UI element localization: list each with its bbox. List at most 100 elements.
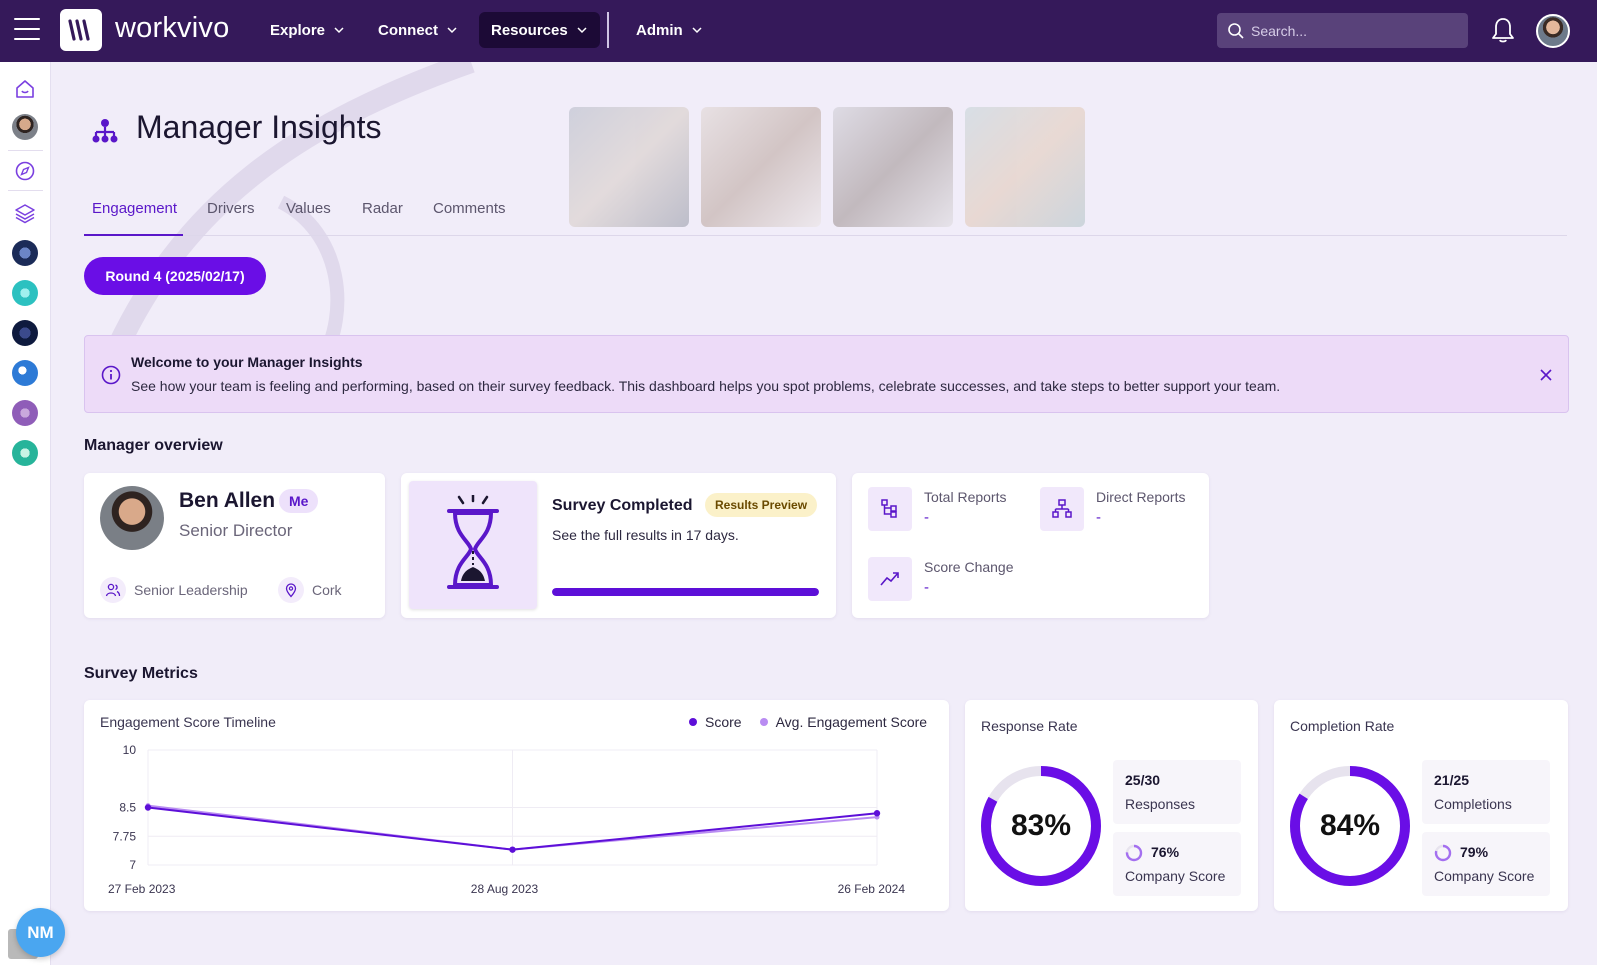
sidebar-explore-icon[interactable] — [12, 158, 38, 184]
company-score-box: 79% Company Score — [1422, 832, 1550, 896]
tab-values[interactable]: Values — [286, 200, 331, 217]
tab-drivers[interactable]: Drivers — [207, 200, 255, 217]
menu-icon[interactable] — [14, 18, 40, 42]
response-rate-percent: 83% — [1010, 809, 1072, 842]
tab-engagement[interactable]: Engagement — [92, 200, 177, 217]
nav-admin[interactable]: Admin — [624, 12, 715, 48]
tab-bar: Engagement Drivers Values Radar Comments — [84, 190, 1567, 236]
completion-rate-title: Completion Rate — [1290, 718, 1395, 734]
trend-up-icon — [868, 557, 912, 601]
response-rate-card: Response Rate 83% 25/30 Responses 76% Co… — [965, 700, 1258, 911]
responses-label: Responses — [1125, 796, 1196, 812]
x-tick-label: 27 Feb 2023 — [108, 882, 176, 896]
nav-divider — [607, 12, 609, 48]
banner-title: Welcome to your Manager Insights — [131, 354, 363, 370]
company-score-ring-icon — [1434, 844, 1452, 862]
data-point-score — [144, 804, 152, 811]
top-bar: workvivo Explore Connect Resources Admin — [0, 0, 1597, 62]
welcome-banner: Welcome to your Manager Insights See how… — [84, 335, 1569, 413]
nav-label: Explore — [270, 21, 326, 39]
company-score-ring-icon — [1125, 844, 1143, 862]
manager-profile-card: Ben Allen Me Senior Director Senior Lead… — [84, 473, 385, 618]
section-title-manager-overview: Manager overview — [84, 437, 223, 454]
y-tick-label: 10 — [123, 743, 137, 757]
sidebar-layers-icon[interactable] — [12, 200, 38, 226]
survey-status-card: Survey Completed Results Preview See the… — [401, 473, 836, 618]
sidebar-space-4-icon[interactable] — [12, 360, 38, 386]
round-selector-button[interactable]: Round 4 (2025/02/17) — [84, 257, 266, 295]
sidebar-space-3-icon[interactable] — [12, 320, 38, 346]
engagement-timeline-card: Engagement Score Timeline Score Avg. Eng… — [84, 700, 949, 911]
survey-progress-bar — [552, 588, 819, 596]
sidebar-home-icon[interactable] — [12, 76, 38, 102]
org-chart-icon — [92, 119, 118, 143]
stat-value: - — [1096, 509, 1101, 526]
sidebar-space-6-icon[interactable] — [12, 440, 38, 466]
responses-box: 25/30 Responses — [1113, 760, 1241, 824]
user-avatar[interactable] — [1536, 14, 1570, 48]
nav-label: Admin — [636, 21, 683, 39]
workvivo-logo-icon[interactable] — [60, 9, 102, 51]
search-icon — [1228, 22, 1244, 39]
hourglass-icon — [409, 481, 537, 609]
banner-text: See how your team is feeling and perform… — [131, 378, 1281, 394]
section-title-survey-metrics: Survey Metrics — [84, 665, 198, 682]
stat-label: Score Change — [924, 559, 1014, 575]
nav-connect[interactable]: Connect — [366, 12, 470, 48]
completions-label: Completions — [1434, 796, 1512, 812]
sidebar-space-1-icon[interactable] — [12, 240, 38, 266]
search-box[interactable] — [1217, 13, 1468, 48]
nav-label: Resources — [491, 21, 568, 39]
manager-name: Ben Allen — [179, 489, 276, 512]
nav-resources[interactable]: Resources — [479, 12, 600, 48]
company-score-label: Company Score — [1434, 868, 1535, 884]
results-preview-badge: Results Preview — [705, 493, 818, 517]
sidebar-divider — [8, 150, 43, 151]
y-tick-label: 7 — [129, 858, 136, 872]
chevron-down-icon — [447, 27, 457, 34]
chevron-down-icon — [334, 27, 344, 34]
users-icon — [100, 577, 126, 603]
company-score-value: 76% — [1151, 844, 1180, 860]
responses-count: 25/30 — [1125, 772, 1161, 788]
sidebar-space-2-icon[interactable] — [12, 280, 38, 306]
engagement-line-chart: 10 8.5 7.75 7 27 Feb 2023 28 Aug 2023 26 Feb 2… — [108, 743, 906, 896]
me-badge: Me — [279, 489, 319, 513]
x-tick-label: 26 Feb 2024 — [838, 882, 906, 896]
sidebar-divider — [8, 190, 43, 191]
search-input[interactable] — [1251, 22, 1451, 39]
x-tick-label: 28 Aug 2023 — [471, 882, 539, 896]
y-tick-label: 7.75 — [113, 829, 137, 843]
completion-rate-card: Completion Rate 84% 21/25 Completions 79… — [1274, 700, 1568, 911]
tab-radar[interactable]: Radar — [362, 200, 403, 217]
manager-avatar — [100, 486, 164, 550]
department-label: Senior Leadership — [134, 582, 248, 598]
location-pin-icon — [278, 577, 304, 603]
reports-stats-card: Total Reports - Direct Reports - Score C… — [852, 473, 1209, 618]
completion-rate-percent: 84% — [1319, 809, 1381, 842]
response-rate-title: Response Rate — [981, 718, 1078, 734]
survey-status-subtitle: See the full results in 17 days. — [552, 527, 739, 543]
stat-label: Direct Reports — [1096, 489, 1186, 505]
survey-status-title: Survey Completed — [552, 497, 693, 514]
stat-label: Total Reports — [924, 489, 1007, 505]
active-tab-indicator — [84, 234, 183, 236]
data-point-score — [509, 846, 516, 853]
hierarchy-icon — [868, 487, 912, 531]
y-tick-label: 8.5 — [119, 801, 136, 815]
sidebar-space-5-icon[interactable] — [12, 400, 38, 426]
close-icon[interactable] — [1538, 367, 1554, 383]
tab-comments[interactable]: Comments — [433, 200, 506, 217]
chat-avatar-badge[interactable]: NM — [16, 908, 65, 957]
sidebar-profile-avatar[interactable] — [12, 114, 38, 140]
stat-value: - — [924, 579, 929, 596]
manager-department: Senior Leadership — [100, 577, 248, 603]
location-label: Cork — [312, 582, 342, 598]
company-score-value: 79% — [1460, 844, 1489, 860]
bell-icon[interactable] — [1490, 16, 1516, 44]
nav-explore[interactable]: Explore — [258, 12, 357, 48]
company-score-box: 76% Company Score — [1113, 832, 1241, 896]
survey-progress-fill — [552, 588, 819, 596]
stat-value: - — [924, 509, 929, 526]
data-point-score — [873, 810, 881, 817]
